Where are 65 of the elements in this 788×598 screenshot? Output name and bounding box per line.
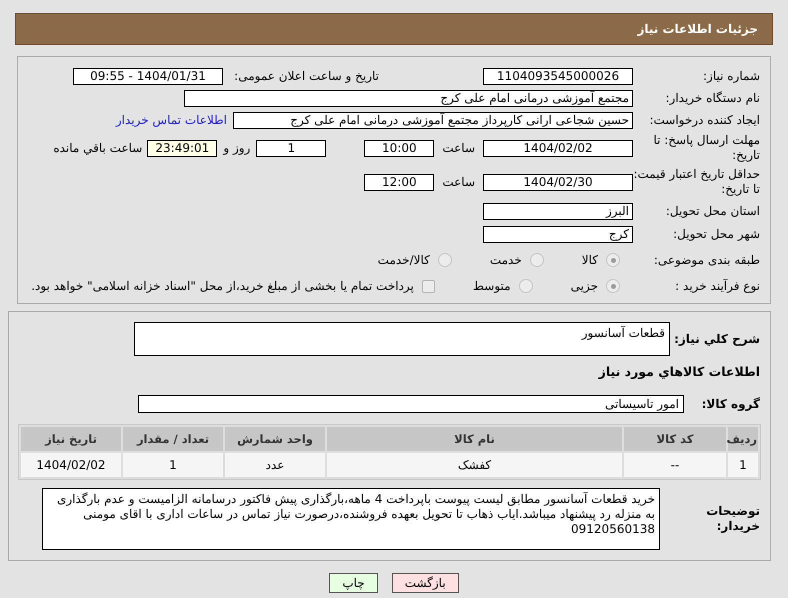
date-field: 1404/02/30 — [483, 174, 633, 190]
announce-date-field: 1404/01/31 - 09:55 — [73, 68, 223, 84]
field-label: شماره نیاز: — [702, 68, 761, 84]
city-field: کرج — [483, 226, 633, 242]
radio-icon[interactable] — [438, 253, 452, 267]
table-cell: عدد — [225, 453, 325, 477]
field-label: استان محل تحویل: — [664, 204, 761, 218]
province-field: البرز — [483, 202, 633, 220]
time-label: ساعت — [442, 175, 475, 189]
field-label: توضیحات خریدار: — [705, 504, 761, 534]
field-label: طبقه بندی موضوعی: — [652, 252, 761, 268]
buyer-field: مجتمع آموزشی درمانی امام علی کرج — [184, 90, 633, 106]
date-field: 1404/02/02 — [483, 140, 633, 156]
radio-option[interactable]: متوسط — [472, 279, 533, 293]
field-label: گروه کالا: — [700, 396, 761, 412]
description-field: قطعات آسانسور — [134, 322, 670, 356]
column-header: کد کالا — [624, 427, 726, 451]
remaining-time-field: 23:49:01 — [147, 140, 218, 156]
time-field: 10:00 — [364, 140, 434, 156]
table-cell: 1 — [728, 453, 758, 477]
radio-option[interactable]: جزیی — [570, 279, 620, 293]
contact-link[interactable]: اطلاعات تماس خریدار — [116, 113, 227, 127]
field-label: نوع فرآیند خرید : — [674, 278, 761, 294]
column-header: ردیف — [728, 427, 758, 451]
field-label: حداقل تاریخ اعتبار قیمت: تا تاریخ: — [633, 167, 761, 197]
days-field: 1 — [256, 140, 326, 156]
time-label: ساعت — [442, 141, 475, 155]
radio-icon[interactable] — [530, 253, 544, 267]
creator-field: حسین شجاعی ارانی کارپرداز مجتمع آموزشی درمانی امام علی کرج — [233, 112, 633, 128]
radio-label: کالا — [582, 253, 598, 267]
page-title: جزئیات اطلاعات نیاز — [637, 22, 758, 36]
field-label: شرح کلي نياز: — [673, 332, 761, 346]
field-label: تاریخ و ساعت اعلان عمومی: — [233, 68, 380, 84]
days-label: روز و — [223, 141, 250, 155]
remaining-label: ساعت باقي مانده — [53, 141, 142, 155]
radio-icon[interactable] — [518, 279, 533, 293]
column-header: نام کالا — [327, 427, 622, 451]
back-button[interactable]: بازگشت — [392, 573, 459, 593]
column-header: تاریخ نیاز — [21, 427, 121, 451]
radio-option[interactable]: کالا — [582, 253, 620, 267]
radio-label: جزیی — [570, 279, 598, 293]
radio-label: کالا/خدمت — [378, 253, 430, 267]
field-label: ایجاد کننده درخواست: — [648, 112, 761, 128]
time-field: 12:00 — [364, 174, 434, 190]
field-label: نام دستگاه خریدار: — [664, 90, 761, 106]
print-button[interactable]: چاپ — [329, 573, 378, 593]
checkbox[interactable] — [422, 280, 435, 292]
column-header: واحد شمارش — [225, 427, 325, 451]
radio-option[interactable]: خدمت — [490, 253, 544, 267]
radio-label: خدمت — [490, 253, 522, 267]
field-label: مهلت ارسال پاسخ: تا تاریخ: — [652, 133, 761, 163]
table-cell: 1 — [123, 453, 223, 477]
table-cell: 1404/02/02 — [21, 453, 121, 477]
goods-group-field: امور تاسیساتی — [138, 395, 684, 413]
need-number-field: 1104093545000026 — [483, 68, 633, 84]
radio-option[interactable]: کالا/خدمت — [378, 253, 452, 267]
radio-icon[interactable] — [606, 279, 620, 293]
table-cell: -- — [624, 453, 726, 477]
column-header: تعداد / مقدار — [123, 427, 223, 451]
field-label: شهر محل تحویل: — [672, 226, 761, 242]
radio-icon[interactable] — [606, 253, 620, 267]
section-heading: اطلاعات کالاهاي مورد نياز — [598, 364, 761, 378]
buyer-notes-field: خرید قطعات آسانسور مطابق لیست پیوست باپرداخت 4 ماهه،بارگذاری پیش فاکتور درسامانه الزامیست و عدم بارگذاری به منزله رد پیشنهاد میباشد.ایاب ذهاب تا تحویل بعهده فروشنده،درصورت نیاز تماس در ساعات اداری با اقای مومنی 09120560138 — [42, 488, 660, 550]
table-cell: کفشک — [327, 453, 622, 477]
radio-label: متوسط — [472, 279, 511, 293]
